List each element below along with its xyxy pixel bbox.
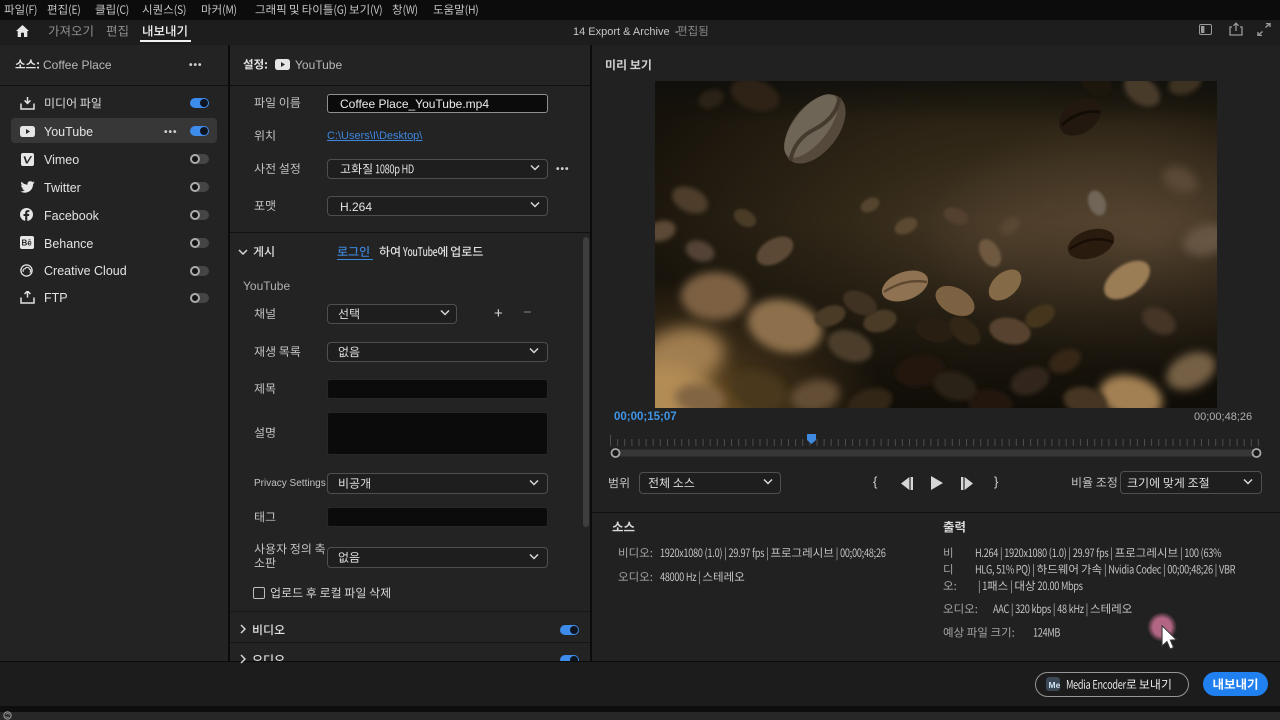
- svg-text:Bē: Bē: [22, 239, 33, 248]
